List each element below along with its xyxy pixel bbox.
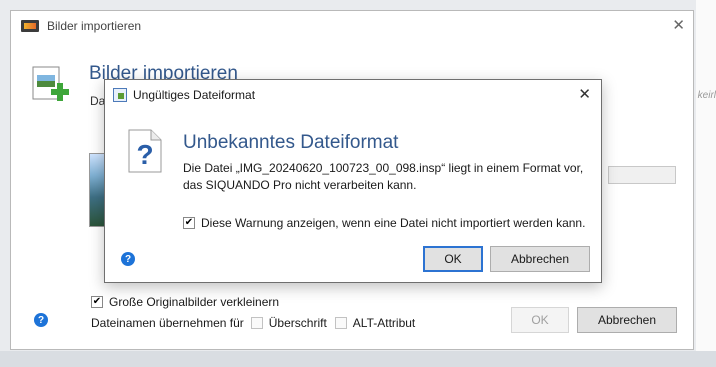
error-message: Die Datei „IMG_20240620_100723_00_098.in…: [183, 160, 583, 194]
import-images-icon: [32, 66, 69, 101]
background-window-edge: keirl: [696, 0, 716, 367]
filename-options: Dateinamen übernehmen für Überschrift AL…: [91, 314, 415, 332]
progress-bar: [608, 166, 676, 184]
dialog-app-icon: [113, 88, 127, 102]
help-icon[interactable]: ?: [121, 252, 135, 266]
close-icon[interactable]: ✕: [672, 16, 685, 34]
close-icon[interactable]: ✕: [578, 85, 591, 103]
question-document-icon: ?: [128, 129, 162, 173]
alt-checkbox[interactable]: [334, 317, 347, 329]
app-icon: [21, 20, 39, 32]
shrink-images-label: Große Originalbilder verkleinern: [109, 295, 280, 309]
error-message-line2: das SIQUANDO Pro nicht verarbeiten kann.: [183, 178, 417, 192]
caption-checkbox[interactable]: [250, 317, 263, 329]
alt-label: ALT-Attribut: [352, 316, 416, 330]
help-icon[interactable]: ?: [34, 313, 48, 327]
invalid-format-title: Ungültiges Dateiformat: [133, 88, 256, 102]
error-message-line1: Die Datei „IMG_20240620_100723_00_098.in…: [183, 161, 584, 175]
import-dialog-title: Bilder importieren: [47, 19, 142, 33]
invalid-format-dialog: Ungültiges Dateiformat ✕ ? Unbekanntes D…: [104, 79, 602, 283]
svg-text:?: ?: [136, 139, 153, 170]
show-warning-option[interactable]: ✔ Diese Warnung anzeigen, wenn eine Date…: [183, 214, 585, 232]
import-ok-button[interactable]: OK: [511, 307, 569, 333]
shrink-images-option[interactable]: ✔ Große Originalbilder verkleinern: [91, 293, 279, 311]
background-strip: [0, 351, 716, 367]
filename-label: Dateinamen übernehmen für: [91, 316, 244, 330]
shrink-images-checkbox[interactable]: ✔: [91, 296, 103, 308]
import-dialog-titlebar[interactable]: Bilder importieren ✕: [11, 11, 693, 41]
caption-label: Überschrift: [268, 316, 327, 330]
invalid-format-titlebar[interactable]: Ungültiges Dateiformat ✕: [105, 80, 601, 110]
error-ok-button[interactable]: OK: [423, 246, 483, 272]
error-cancel-button[interactable]: Abbrechen: [490, 246, 590, 272]
error-heading: Unbekanntes Dateiformat: [183, 132, 399, 153]
show-warning-label: Diese Warnung anzeigen, wenn eine Datei …: [201, 216, 586, 230]
background-truncated-text: keirl: [697, 90, 716, 101]
show-warning-checkbox[interactable]: ✔: [183, 217, 195, 229]
import-cancel-button[interactable]: Abbrechen: [577, 307, 677, 333]
